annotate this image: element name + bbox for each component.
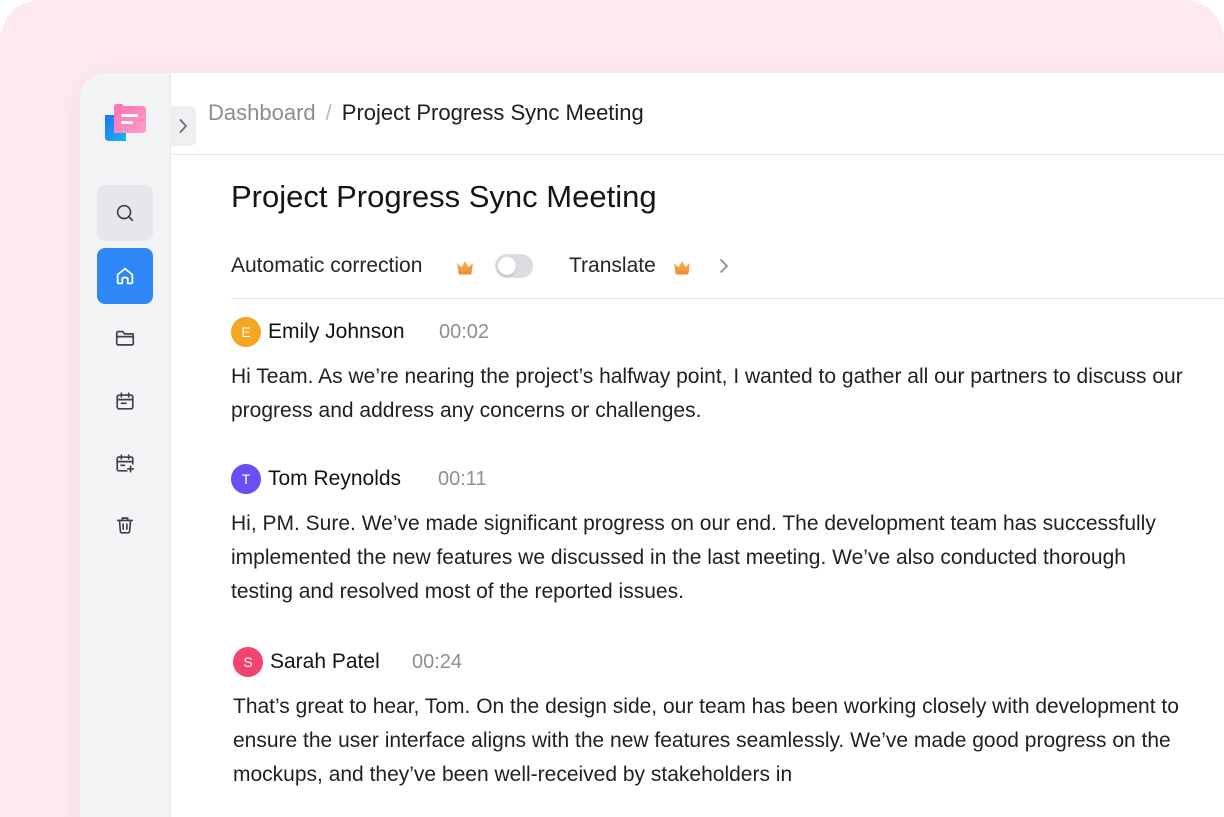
transcript-entry-header: S Sarah Patel 00:24 (233, 644, 1193, 680)
speaker-name: Sarah Patel (270, 650, 380, 673)
translate-chevron-right-icon[interactable] (717, 255, 731, 277)
timestamp[interactable]: 00:02 (439, 316, 489, 348)
app-logo-icon[interactable] (104, 103, 148, 143)
transcript-entry-header: T Tom Reynolds 00:11 (231, 461, 1191, 497)
translate-label[interactable]: Translate (569, 246, 656, 286)
breadcrumb: Dashboard / Project Progress Sync Meeting (208, 98, 644, 128)
premium-crown-icon (457, 261, 473, 275)
app-window: Dashboard / Project Progress Sync Meeting … (80, 73, 1224, 817)
avatar: E (231, 317, 261, 347)
calendar-icon (116, 392, 134, 410)
page-title: Project Progress Sync Meeting (231, 179, 657, 214)
sidebar-item-folders[interactable] (97, 310, 153, 366)
avatar-initial: E (241, 324, 251, 340)
transcript-entry-header: E Emily Johnson 00:02 (231, 314, 1191, 350)
transcript-entry: E Emily Johnson 00:02 Hi Team. As we’re … (231, 314, 1191, 428)
timestamp[interactable]: 00:24 (412, 646, 462, 678)
sidebar (80, 73, 171, 817)
folder-icon (115, 330, 135, 346)
breadcrumb-dashboard-link[interactable]: Dashboard (208, 100, 316, 125)
transcript-text: Hi, PM. Sure. We’ve made significant pro… (231, 512, 1156, 603)
app-backdrop: Dashboard / Project Progress Sync Meeting … (0, 0, 1224, 817)
timestamp[interactable]: 00:11 (438, 463, 487, 495)
sidebar-item-calendar[interactable] (97, 373, 153, 429)
transcript-entry: S Sarah Patel 00:24 That’s great to hear… (233, 644, 1193, 792)
sidebar-search-button[interactable] (97, 185, 153, 241)
speaker-name: Tom Reynolds (268, 467, 402, 490)
transcript-entry: T Tom Reynolds 00:11 Hi, PM. Sure. We’ve… (231, 461, 1191, 609)
sidebar-item-home[interactable] (97, 248, 153, 304)
transcript-text: Hi Team. As we’re nearing the project’s … (231, 365, 1183, 422)
breadcrumb-separator: / (325, 100, 332, 125)
avatar: T (231, 464, 261, 494)
avatar-initial: S (243, 654, 253, 670)
search-icon (116, 204, 134, 222)
speaker-name: Emily Johnson (268, 320, 405, 343)
sidebar-item-schedule[interactable] (97, 435, 153, 491)
premium-crown-icon (674, 261, 690, 275)
breadcrumb-current: Project Progress Sync Meeting (341, 100, 644, 125)
home-icon (116, 267, 134, 285)
transcript-text: That’s great to hear, Tom. On the design… (233, 695, 1179, 786)
toggle-knob (498, 257, 516, 275)
automatic-correction-toggle[interactable] (495, 254, 533, 278)
top-bar: Dashboard / Project Progress Sync Meeting (171, 73, 1224, 155)
trash-icon (116, 517, 134, 534)
calendar-add-icon (116, 454, 135, 473)
avatar: S (233, 647, 263, 677)
meeting-content: Project Progress Sync Meeting Automatic … (231, 154, 1224, 817)
transcript-toolbar: Automatic correction Translate (231, 246, 1224, 299)
sidebar-item-trash[interactable] (97, 497, 153, 553)
automatic-correction-label: Automatic correction (231, 254, 423, 277)
avatar-initial: T (241, 471, 251, 487)
